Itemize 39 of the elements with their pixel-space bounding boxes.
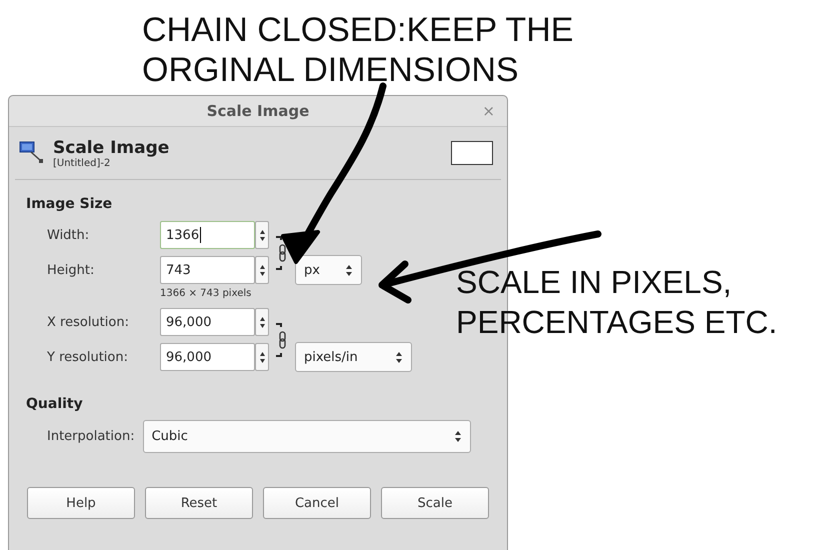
up-down-arrows-icon: [395, 350, 403, 364]
field-label: Width:: [47, 228, 90, 242]
spin-button[interactable]: [255, 308, 269, 336]
spin-button[interactable]: [255, 343, 269, 371]
up-down-arrows-icon: [258, 264, 266, 276]
up-down-arrows-icon: [258, 316, 266, 328]
spin-button[interactable]: [255, 221, 269, 249]
up-down-arrows-icon: [454, 430, 462, 443]
field-label: X resolution:: [47, 314, 129, 330]
dialog-button[interactable]: Cancel: [263, 487, 371, 519]
section-heading: Image Size: [26, 196, 114, 212]
size-note: 1366 × 743 pixels: [160, 288, 252, 299]
field-label: Y resolution:: [47, 350, 128, 364]
input-field[interactable]: 1366: [160, 221, 255, 249]
field-label: Interpolation:: [47, 429, 135, 444]
unit-dropdown[interactable]: px: [295, 255, 362, 285]
spin-button[interactable]: [255, 256, 269, 284]
window-title: Scale Image: [206, 102, 310, 120]
dialog-button[interactable]: Scale: [381, 487, 489, 519]
input-field[interactable]: 96,000: [160, 308, 255, 336]
image-preview: [451, 141, 493, 165]
up-down-arrows-icon: [345, 264, 353, 276]
unit-dropdown[interactable]: pixels/in: [295, 342, 412, 372]
section-heading: Quality: [26, 396, 84, 412]
dialog-button[interactable]: Help: [27, 487, 135, 519]
header-title: Scale Image: [53, 138, 170, 158]
dialog-button[interactable]: Reset: [145, 487, 253, 519]
annotation-text: CHAIN CLOSED:KEEP THE: [142, 10, 574, 50]
up-down-arrows-icon: [258, 350, 266, 364]
unit-dropdown[interactable]: Cubic: [142, 420, 471, 453]
input-field[interactable]: 743: [160, 256, 255, 284]
annotation-text: SCALE IN PIXELS,: [456, 263, 733, 302]
up-down-arrows-icon: [258, 228, 266, 242]
scale-tool-icon: [19, 140, 45, 166]
input-field[interactable]: 96,000: [160, 343, 255, 371]
annotation-text: PERCENTAGES ETC.: [456, 303, 778, 342]
header-subtitle: [Untitled]-2: [53, 158, 112, 168]
annotation-text: ORGINAL DIMENSIONS: [142, 50, 520, 90]
field-label: Height:: [47, 262, 94, 278]
